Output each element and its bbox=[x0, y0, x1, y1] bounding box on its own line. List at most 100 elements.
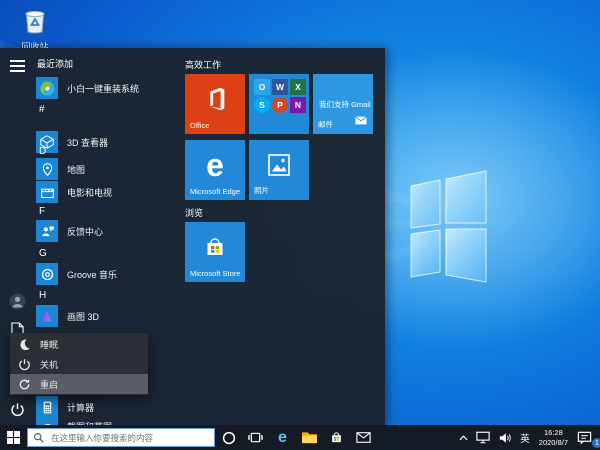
outlook-icon: O bbox=[254, 79, 270, 95]
recently-added-header: 最近添加 bbox=[37, 57, 73, 70]
tile-label: 照片 bbox=[254, 185, 269, 196]
tile-label: Microsoft Edge bbox=[190, 187, 240, 196]
search-icon bbox=[33, 432, 44, 443]
power-option-label: 关机 bbox=[40, 358, 58, 371]
powerpoint-icon: P bbox=[272, 97, 288, 113]
desktop: 回收站 最近添加 bbox=[0, 0, 600, 450]
app-label: 3D 查看器 bbox=[67, 136, 108, 149]
tray-time: 16:28 bbox=[539, 428, 568, 438]
groove-music-icon bbox=[36, 263, 58, 285]
edge-logo-icon: e bbox=[206, 149, 224, 181]
letter-header-g[interactable]: G bbox=[39, 248, 47, 259]
notification-badge: 1 bbox=[592, 438, 600, 448]
taskbar-edge-button[interactable]: e bbox=[269, 425, 296, 450]
file-explorer-icon bbox=[301, 431, 318, 444]
app-item-calculator[interactable]: 计算器 bbox=[36, 396, 94, 418]
taskbar-store-button[interactable] bbox=[323, 425, 350, 450]
power-option-restart[interactable]: 重启 bbox=[10, 374, 148, 394]
xiaobai-swirl-icon bbox=[36, 77, 58, 99]
paint3d-icon bbox=[36, 305, 58, 327]
excel-icon: X bbox=[290, 79, 306, 95]
tile-group-header-productivity: 高效工作 bbox=[185, 58, 221, 71]
maps-pin-icon bbox=[36, 158, 58, 180]
app-label: 计算器 bbox=[67, 401, 94, 414]
sleep-moon-icon bbox=[18, 338, 31, 351]
recycle-bin-icon bbox=[22, 6, 48, 34]
tile-label: Microsoft Store bbox=[190, 269, 240, 278]
system-tray: 英 16:28 2020/8/7 1 bbox=[455, 425, 600, 450]
task-view-button[interactable] bbox=[242, 425, 269, 450]
tile-office-apps-folder[interactable]: O W X S P N bbox=[249, 74, 309, 134]
office-apps-mini-icons: O W X S P N bbox=[254, 79, 306, 113]
app-item-groove-music[interactable]: Groove 音乐 bbox=[36, 263, 117, 285]
snip-sketch-icon bbox=[36, 418, 58, 425]
mail-tile-message: 我们支持 Gmail bbox=[319, 99, 371, 110]
user-icon bbox=[9, 293, 26, 310]
app-item-paint3d[interactable]: 画图 3D bbox=[36, 305, 99, 327]
recycle-bin[interactable]: 回收站 bbox=[12, 6, 58, 53]
power-option-shutdown[interactable]: 关机 bbox=[10, 354, 148, 374]
onenote-icon: N bbox=[290, 97, 306, 113]
menu-expand-button[interactable] bbox=[8, 57, 26, 75]
tray-chevron-up[interactable] bbox=[455, 425, 472, 450]
letter-header-f[interactable]: F bbox=[39, 206, 45, 217]
app-label: 画图 3D bbox=[67, 310, 99, 323]
shutdown-icon bbox=[18, 358, 31, 371]
power-icon bbox=[10, 402, 25, 417]
tile-office[interactable]: Office bbox=[185, 74, 245, 134]
app-label: 反馈中心 bbox=[67, 225, 103, 238]
letter-header-h[interactable]: H bbox=[39, 290, 46, 301]
tile-microsoft-edge[interactable]: e Microsoft Edge bbox=[185, 140, 245, 200]
letter-header-hash[interactable]: # bbox=[39, 104, 45, 115]
task-view-icon bbox=[248, 431, 263, 444]
tray-date: 2020/8/7 bbox=[539, 438, 568, 448]
speaker-icon bbox=[498, 432, 512, 444]
mail-icon bbox=[356, 432, 371, 443]
power-option-label: 重启 bbox=[40, 378, 58, 391]
tray-network[interactable] bbox=[472, 425, 494, 450]
tray-ime-indicator[interactable]: 英 bbox=[516, 425, 534, 450]
app-label: 电影和电视 bbox=[67, 186, 112, 199]
tile-microsoft-store[interactable]: Microsoft Store bbox=[185, 222, 245, 282]
action-center-icon bbox=[577, 430, 592, 445]
action-center-button[interactable]: 1 bbox=[573, 425, 600, 450]
tile-label: Office bbox=[190, 121, 209, 130]
start-button[interactable] bbox=[0, 425, 27, 450]
app-item-maps[interactable]: 地图 bbox=[36, 158, 85, 180]
envelope-icon bbox=[355, 112, 367, 130]
search-input[interactable] bbox=[49, 432, 209, 444]
taskbar-mail-button[interactable] bbox=[350, 425, 377, 450]
tile-label: 邮件 bbox=[318, 119, 333, 130]
power-option-label: 睡眠 bbox=[40, 338, 58, 351]
app-label: Groove 音乐 bbox=[67, 268, 117, 281]
taskbar-search-box[interactable] bbox=[27, 428, 215, 447]
taskbar: e bbox=[0, 425, 600, 450]
user-avatar[interactable] bbox=[8, 292, 26, 310]
cortana-button[interactable] bbox=[215, 425, 242, 450]
letter-header-d[interactable]: D bbox=[39, 146, 46, 157]
skype-icon: S bbox=[254, 97, 270, 113]
store-bag-icon bbox=[185, 226, 245, 267]
app-item-movies-tv[interactable]: 电影和电视 bbox=[36, 181, 112, 203]
office-logo-icon bbox=[185, 78, 245, 119]
power-button[interactable] bbox=[8, 400, 26, 418]
tile-mail[interactable]: 我们支持 Gmail 邮件 bbox=[313, 74, 373, 134]
app-item-feedback-hub[interactable]: 反馈中心 bbox=[36, 220, 103, 242]
tile-group-header-browse: 浏览 bbox=[185, 206, 203, 219]
network-pc-icon bbox=[476, 431, 490, 444]
taskbar-file-explorer-button[interactable] bbox=[296, 425, 323, 450]
tile-photos[interactable]: 照片 bbox=[249, 140, 309, 200]
power-flyout-menu: 睡眠 关机 重启 bbox=[10, 333, 148, 395]
restart-icon bbox=[18, 378, 31, 391]
chevron-up-icon bbox=[459, 435, 468, 441]
power-option-sleep[interactable]: 睡眠 bbox=[10, 334, 148, 354]
tray-clock[interactable]: 16:28 2020/8/7 bbox=[534, 428, 573, 448]
app-item-snip-sketch[interactable]: 截图和草图 bbox=[36, 418, 112, 425]
feedback-hub-icon bbox=[36, 220, 58, 242]
tray-volume[interactable] bbox=[494, 425, 516, 450]
app-item-xiaobai[interactable]: 小白一键重装系统 bbox=[36, 77, 139, 99]
app-item-3d-viewer[interactable]: 3D 查看器 bbox=[36, 131, 108, 153]
app-label: 地图 bbox=[67, 163, 85, 176]
edge-icon: e bbox=[278, 430, 287, 446]
cortana-circle-icon bbox=[222, 431, 236, 445]
